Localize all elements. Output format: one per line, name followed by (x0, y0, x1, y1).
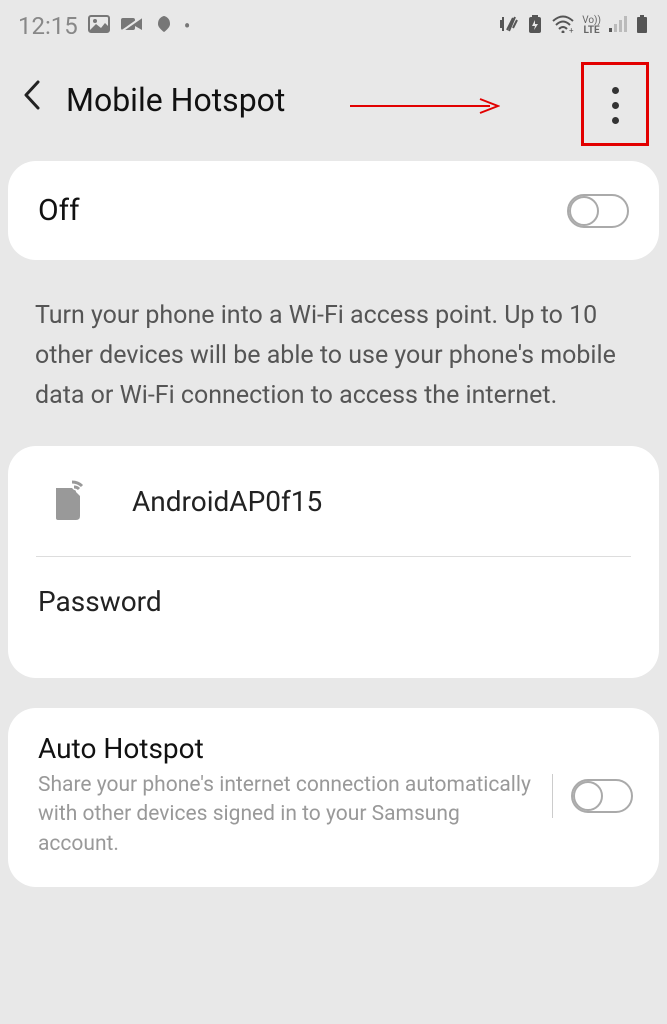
image-icon (88, 15, 110, 37)
auto-hotspot-controls (552, 774, 633, 818)
wifi-icon: + (551, 15, 575, 37)
more-dot-icon (612, 117, 619, 124)
hotspot-toggle-card: Off (8, 161, 659, 260)
more-options-button[interactable] (591, 74, 639, 136)
status-left: 12:15 • (18, 12, 191, 40)
video-off-icon (120, 15, 144, 37)
header: Mobile Hotspot (0, 48, 667, 161)
battery-icon (635, 14, 649, 38)
hotspot-icon (48, 480, 90, 522)
annotation-arrow (350, 96, 500, 116)
vibrate-icon (499, 14, 519, 38)
battery-saving-icon (526, 14, 544, 38)
hotspot-toggle-switch[interactable] (567, 194, 629, 228)
status-right: + Vo)) LTE (499, 14, 649, 38)
auto-hotspot-title: Auto Hotspot (38, 732, 542, 765)
auto-hotspot-card: Auto Hotspot Share your phone's internet… (8, 708, 659, 887)
hotspot-state-label: Off (38, 193, 80, 228)
volte-icon: Vo)) LTE (582, 16, 601, 36)
switch-knob-icon (573, 781, 603, 811)
status-time: 12:15 (18, 12, 78, 40)
vertical-divider (552, 774, 553, 818)
more-dot-icon (612, 102, 619, 109)
status-bar: 12:15 • + Vo)) LTE (0, 0, 667, 48)
back-button[interactable] (22, 78, 42, 121)
password-label: Password (38, 585, 162, 618)
page-title: Mobile Hotspot (66, 81, 285, 119)
switch-knob-icon (569, 196, 599, 226)
auto-hotspot-toggle-switch[interactable] (571, 779, 633, 813)
password-row[interactable]: Password (8, 557, 659, 678)
svg-text:+: + (569, 26, 574, 33)
ssid-name: AndroidAP0f15 (132, 485, 322, 518)
more-dot-icon (612, 87, 619, 94)
notifications-icon (154, 14, 174, 38)
auto-hotspot-info[interactable]: Auto Hotspot Share your phone's internet… (38, 732, 542, 859)
auto-hotspot-description: Share your phone's internet connection a… (38, 771, 542, 859)
dot-icon: • (184, 14, 191, 38)
ssid-row[interactable]: AndroidAP0f15 (8, 446, 659, 556)
hotspot-description: Turn your phone into a Wi-Fi access poin… (0, 286, 667, 446)
network-info-card: AndroidAP0f15 Password (8, 446, 659, 678)
signal-icon (608, 16, 628, 36)
